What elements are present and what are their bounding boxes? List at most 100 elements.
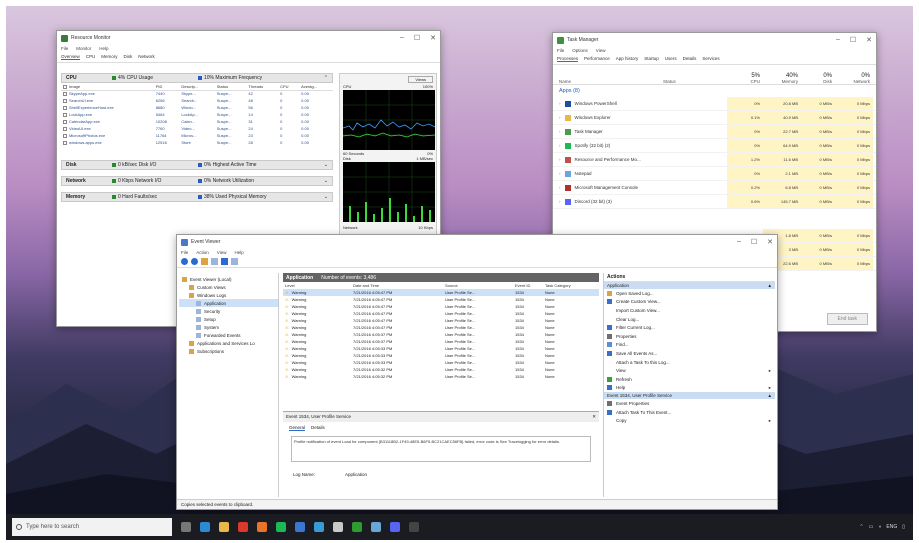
chevron-right-icon[interactable]: › <box>559 143 561 148</box>
photos-icon[interactable] <box>314 522 324 532</box>
event-row[interactable]: ⚠ Warning 7/21/2016 4:05:32 PM User Profile… <box>283 373 599 380</box>
row-checkbox[interactable] <box>63 105 67 110</box>
chevron-right-icon[interactable]: › <box>559 199 561 204</box>
process-row[interactable]: › Spotify (32 bit) (2) 0% 64.9 MB 0 MB/s 0 Mb… <box>553 139 876 153</box>
tree-node[interactable]: Forwarded Events <box>179 331 278 339</box>
tab-app-history[interactable]: App history <box>616 56 639 62</box>
apps-group-header[interactable]: Apps (8) <box>553 85 876 97</box>
chrome-icon[interactable] <box>238 522 248 532</box>
table-row[interactable]: MicrosoftPhotos.exe 11764 Micros... Suspe..… <box>61 132 333 139</box>
forward-icon[interactable] <box>191 258 198 265</box>
spotify-icon[interactable] <box>276 522 286 532</box>
action-item[interactable]: Open Saved Log... <box>604 289 775 298</box>
event-row[interactable]: ⚠ Warning 7/21/2016 4:05:47 PM User Profile… <box>283 317 599 324</box>
tab-network[interactable]: Network <box>138 54 155 60</box>
action-item[interactable]: Import Custom View... <box>604 306 775 315</box>
row-checkbox[interactable] <box>63 119 67 124</box>
close-icon[interactable]: ✕ <box>592 414 596 420</box>
column-header[interactable]: Name <box>553 79 663 84</box>
chevron-up-icon[interactable]: ⌃ <box>859 524 863 530</box>
store-icon[interactable] <box>295 522 305 532</box>
chevron-right-icon[interactable]: › <box>559 157 561 162</box>
event-row[interactable]: ⚠ Warning 7/21/2016 4:05:47 PM User Profile… <box>283 303 599 310</box>
event-row[interactable]: ⚠ Warning 7/21/2016 4:05:47 PM User Profile… <box>283 324 599 331</box>
process-row[interactable]: › Windows PowerShell 0% 20.8 MB 0 MB/s 0 Mbps <box>553 97 876 111</box>
process-row[interactable]: › Task Manager 0% 22.7 MB 0 MB/s 0 Mbps <box>553 125 876 139</box>
expand-icon[interactable]: ⌄ <box>324 178 328 184</box>
tree-node[interactable]: Security <box>179 307 278 315</box>
perfmon-icon[interactable] <box>352 522 362 532</box>
table-row[interactable]: SearchUI.exe 6256 Search... Suspe... 48 0 0.00 <box>61 97 333 104</box>
menu-action[interactable]: Action <box>196 250 209 255</box>
event-viewer-titlebar[interactable]: Event Viewer – ☐ ✕ <box>177 235 777 249</box>
notification-icon[interactable]: ▯ <box>902 524 905 530</box>
menu-view[interactable]: View <box>217 250 227 255</box>
cmd-icon[interactable] <box>409 522 419 532</box>
chevron-right-icon[interactable]: › <box>559 171 561 176</box>
action-item[interactable]: Create Custom View... <box>604 298 775 307</box>
tree-node[interactable]: Windows Logs <box>179 291 278 299</box>
row-checkbox[interactable] <box>63 133 67 138</box>
event-row[interactable]: ⚠ Warning 7/21/2016 4:05:47 PM User Profile… <box>283 289 599 296</box>
action-item[interactable]: Attach Task To This Event... <box>604 408 775 417</box>
action-item[interactable]: Filter Current Log... <box>604 323 775 332</box>
process-row[interactable]: › Discord (32 bit) (3) 0.6% 145.7 MB 0 MB/s 0… <box>553 195 876 209</box>
show-hide-action-icon[interactable] <box>231 258 238 265</box>
column-header[interactable]: Status <box>214 83 247 91</box>
tree-node[interactable]: Custom Views <box>179 283 278 291</box>
menu-help[interactable]: Help <box>234 250 243 255</box>
resource-monitor-titlebar[interactable]: Resource Monitor – ☐ ✕ <box>57 31 440 45</box>
column-header-cpu[interactable]: 5% CPU <box>727 73 763 84</box>
column-header[interactable]: PID <box>153 83 180 91</box>
column-header[interactable]: Date and Time <box>351 282 443 290</box>
table-row[interactable]: CalendarApp.exe 10208 Calen... Suspe... 31 0 0… <box>61 118 333 125</box>
task-view-icon[interactable] <box>181 522 191 532</box>
event-row[interactable]: ⚠ Warning 7/21/2016 4:05:47 PM User Profile… <box>283 296 599 303</box>
tab-processes[interactable]: Processes <box>557 56 579 62</box>
chevron-right-icon[interactable]: › <box>559 101 561 106</box>
network-section-header[interactable]: Network 0 Kbps Network I/O 0% Network Ut… <box>61 176 333 186</box>
table-row[interactable]: ShellExperienceHost.exe 8680 Windo... Suspe… <box>61 104 333 111</box>
row-checkbox[interactable] <box>63 98 67 103</box>
end-task-button[interactable]: End task <box>826 313 868 325</box>
tree-node[interactable]: Setup <box>179 315 278 323</box>
action-item[interactable]: Copy ▸ <box>604 416 775 425</box>
back-icon[interactable] <box>181 258 188 265</box>
language-indicator[interactable]: ENG <box>886 524 897 530</box>
tab-users[interactable]: Users <box>665 56 677 62</box>
tree-node[interactable]: Subscriptions <box>179 347 278 355</box>
maximize-icon[interactable]: ☐ <box>850 36 856 44</box>
column-header-disk[interactable]: 0% Disk <box>801 73 835 84</box>
cpu-section-header[interactable]: CPU 4% CPU Usage 10% Maximum Frequency ⌃ <box>61 73 333 83</box>
event-row[interactable]: ⚠ Warning 7/21/2016 4:05:37 PM User Profile… <box>283 338 599 345</box>
event-description[interactable]: Profile notification of event Load for c… <box>291 436 591 462</box>
action-item[interactable]: Properties <box>604 332 775 341</box>
show-hide-tree-icon[interactable] <box>211 258 218 265</box>
maximize-icon[interactable]: ☐ <box>414 34 420 42</box>
column-header[interactable]: CPU <box>278 83 300 91</box>
tree-node[interactable]: Applications and Services Lo <box>179 339 278 347</box>
tab-details[interactable]: Details <box>683 56 697 62</box>
chevron-right-icon[interactable]: › <box>559 185 561 190</box>
volume-icon[interactable]: ◖ <box>878 524 881 530</box>
menu-file[interactable]: File <box>181 250 188 255</box>
table-row[interactable]: LockApp.exe 5464 LockAp... Suspe... 14 0 0.00 <box>61 111 333 118</box>
process-row[interactable]: › Notepad 0% 2.1 MB 0 MB/s 0 Mbps <box>553 167 876 181</box>
tree-node[interactable]: Event Viewer (Local) <box>179 275 278 283</box>
process-row[interactable]: › Windows Explorer 0.1% 40.9 MB 0 MB/s 0 Mbps <box>553 111 876 125</box>
menu-help[interactable]: Help <box>99 46 108 51</box>
action-item[interactable]: Attach a Task To this Log... <box>604 358 775 367</box>
column-header[interactable]: Level <box>283 282 351 290</box>
menu-file[interactable]: File <box>557 48 564 53</box>
minimize-icon[interactable]: – <box>737 238 741 246</box>
memory-section-header[interactable]: Memory 0 Hard Faults/sec 38% Used Physic… <box>61 192 333 202</box>
help-icon[interactable] <box>221 258 228 265</box>
tab-details[interactable]: Details <box>311 425 325 431</box>
views-dropdown[interactable]: Views <box>408 75 433 83</box>
close-icon[interactable]: ✕ <box>767 238 773 246</box>
column-header[interactable]: Descrip... <box>179 83 215 91</box>
collapse-icon[interactable]: ⌃ <box>324 75 328 81</box>
menu-monitor[interactable]: Monitor <box>76 46 91 51</box>
column-header[interactable]: Status <box>663 79 727 84</box>
tree-node[interactable]: Application <box>179 299 278 307</box>
